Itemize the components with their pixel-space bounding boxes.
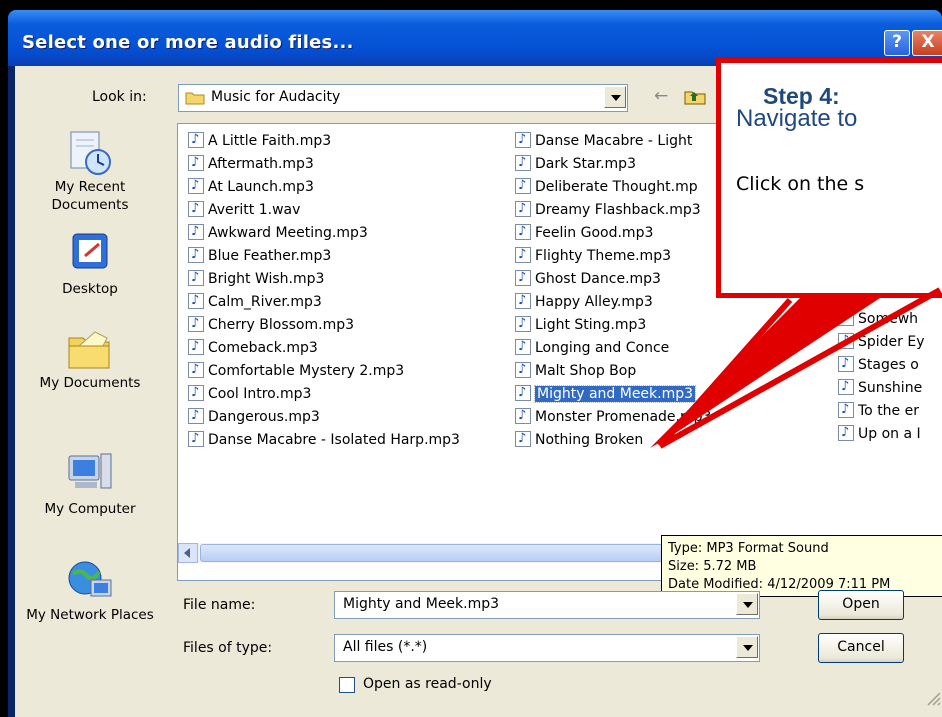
screenshot-frame: Select one or more audio files... ? X Lo…: [0, 0, 942, 717]
callout-arrow: [650, 287, 942, 449]
